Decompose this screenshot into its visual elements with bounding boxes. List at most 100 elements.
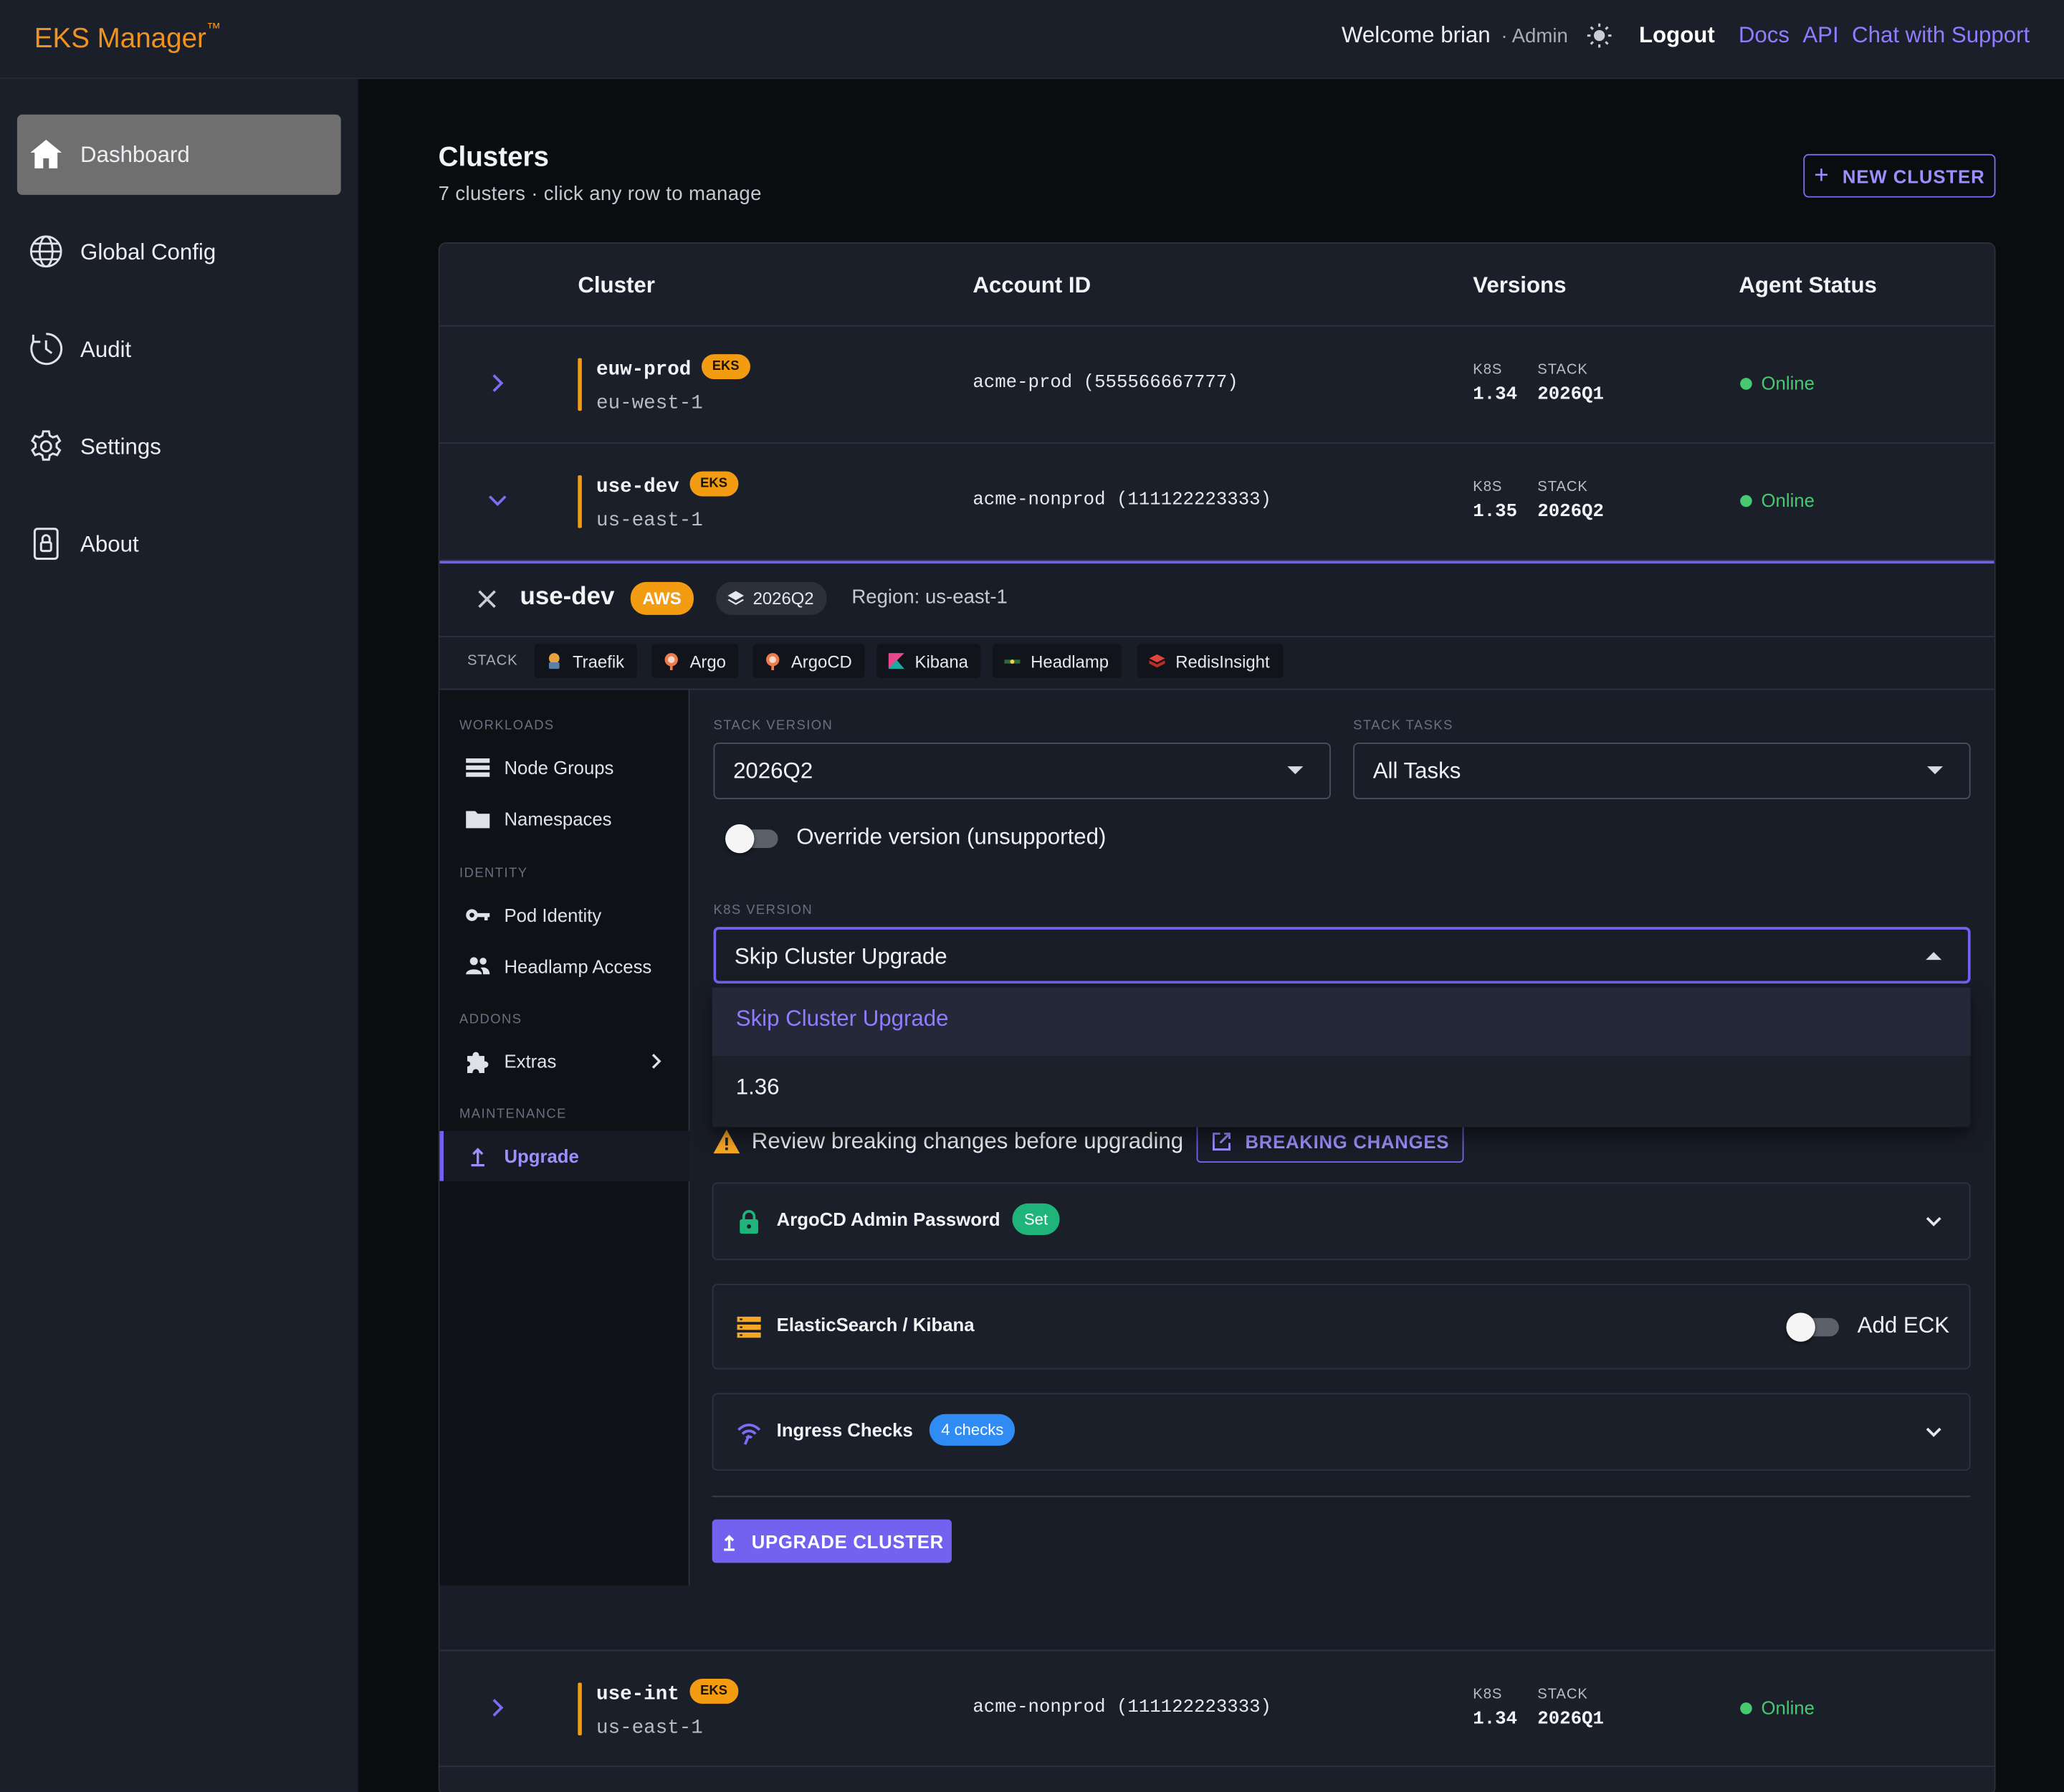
chevron-right-icon[interactable] — [484, 370, 511, 396]
theme-toggle-sun-icon[interactable] — [1587, 22, 1613, 49]
docs-link[interactable]: Docs — [1739, 22, 1790, 49]
api-link[interactable]: API — [1802, 22, 1838, 49]
k8s-version-select[interactable]: Skip Cluster Upgrade — [713, 927, 1971, 984]
tool-link-argocd[interactable]: ArgoCD — [752, 644, 866, 678]
sidebar-item-label: About — [80, 531, 139, 557]
tool-link-kibana[interactable]: Kibana — [876, 644, 982, 678]
storage-icon — [737, 1316, 761, 1338]
tool-label: Headlamp — [1031, 651, 1109, 671]
logout-button[interactable]: Logout — [1639, 22, 1715, 49]
cluster-accent-bar — [578, 358, 582, 411]
chevron-down-icon[interactable] — [484, 487, 511, 514]
cluster-name-text: use-dev — [596, 475, 679, 499]
stack-label: STACK — [1537, 362, 1588, 378]
home-icon — [30, 140, 62, 168]
table-header: Cluster Account ID Versions Agent Status — [439, 244, 1994, 327]
page-subtitle: 7 clusters · click any row to manage — [438, 183, 762, 206]
account-id: acme-prod (555566667777) — [973, 372, 1238, 394]
subnav-item-namespaces[interactable]: Namespaces — [439, 794, 689, 844]
k8s-version-dropdown-menu: Skip Cluster Upgrade 1.36 — [712, 987, 1971, 1128]
people-icon — [466, 957, 490, 975]
status-dot-icon — [1740, 377, 1752, 389]
k8s-version: 1.34 — [1473, 1709, 1518, 1730]
subnav-item-label: Upgrade — [504, 1145, 579, 1167]
chevron-down-icon[interactable] — [1924, 1424, 1943, 1442]
sidebar-item-about[interactable]: About — [17, 505, 341, 585]
argo-icon — [664, 653, 678, 670]
add-eck-toggle[interactable] — [1786, 1312, 1841, 1342]
ingress-checks-accordion[interactable]: Ingress Checks 4 checks — [712, 1393, 1971, 1471]
stack-tasks-select[interactable]: All Tasks — [1353, 743, 1971, 799]
tool-link-redisinsight[interactable]: RedisInsight — [1137, 644, 1283, 678]
subnav-item-extras[interactable]: Extras — [439, 1036, 689, 1087]
clusters-table: Cluster Account ID Versions Agent Status… — [438, 242, 1996, 1792]
headlamp-icon — [1004, 659, 1021, 664]
upgrade-cluster-button[interactable]: UPGRADE CLUSTER — [712, 1519, 952, 1563]
subnav-item-upgrade[interactable]: Upgrade — [439, 1130, 690, 1181]
tool-label: Argo — [689, 651, 726, 671]
tool-label: Kibana — [914, 651, 968, 671]
ingress-checks-title: Ingress Checks — [776, 1419, 913, 1441]
stack-version-chip: 2026Q2 — [716, 581, 827, 615]
gear-icon — [31, 430, 62, 461]
tool-link-headlamp[interactable]: Headlamp — [992, 644, 1122, 678]
toggle-knob — [725, 824, 755, 854]
column-header-cluster[interactable]: Cluster — [578, 272, 655, 299]
breaking-changes-warning: Review breaking changes before upgrading… — [712, 1120, 1464, 1163]
argocd-set-chip: Set — [1012, 1203, 1060, 1235]
subnav-item-headlamp-access[interactable]: Headlamp Access — [439, 941, 689, 991]
new-cluster-button[interactable]: + NEW CLUSTER — [1803, 153, 1996, 198]
table-row[interactable]: euw-prod EKS eu-west-1 acme-prod (5555666… — [439, 327, 1994, 444]
sidebar-item-audit[interactable]: Audit — [17, 310, 341, 390]
chevron-right-icon[interactable] — [484, 1695, 511, 1721]
stack-version-select[interactable]: 2026Q2 — [713, 743, 1331, 799]
agent-status-text: Online — [1761, 490, 1815, 511]
stack-version: 2026Q1 — [1537, 1709, 1604, 1730]
sidebar-item-global-config[interactable]: Global Config — [17, 212, 341, 292]
k8s-label: K8S — [1473, 1687, 1503, 1703]
key-icon — [466, 909, 490, 921]
column-header-agent-status[interactable]: Agent Status — [1739, 272, 1877, 299]
add-eck-label: Add ECK — [1857, 1312, 1950, 1338]
column-header-account-id[interactable]: Account ID — [973, 272, 1091, 299]
sidebar-item-label: Global Config — [80, 239, 216, 264]
padlock-icon — [740, 1210, 758, 1234]
chat-support-link[interactable]: Chat with Support — [1852, 22, 2030, 49]
sidebar-item-label: Dashboard — [80, 141, 190, 167]
cluster-detail-panel: use-dev AWS 2026Q2 Region: us-east-1 STA… — [439, 561, 1994, 1649]
subnav-section-workloads: WORKLOADS — [459, 718, 555, 734]
sidebar-item-dashboard[interactable]: Dashboard — [16, 114, 341, 195]
close-icon[interactable] — [477, 588, 497, 609]
tool-label: Traefik — [572, 651, 625, 671]
tool-link-argo[interactable]: Argo — [651, 644, 740, 678]
cluster-region: us-east-1 — [596, 1717, 703, 1740]
override-version-toggle[interactable] — [725, 824, 780, 854]
brand-logo[interactable]: EKS Manager™ — [34, 21, 221, 55]
tool-link-traefik[interactable]: Traefik — [534, 644, 638, 678]
k8s-option-skip-cluster-upgrade[interactable]: Skip Cluster Upgrade — [712, 987, 1971, 1057]
upgrade-arrow-icon — [724, 1534, 735, 1550]
stack-version-chip-text: 2026Q2 — [752, 588, 814, 609]
table-row[interactable]: use-dev EKS us-east-1 acme-nonprod (11112… — [439, 444, 1994, 561]
folder-icon — [466, 811, 490, 829]
table-row[interactable]: use-int EKS us-east-1 acme-nonprod (11112… — [439, 1649, 1994, 1768]
sidebar-item-settings[interactable]: Settings — [17, 407, 341, 487]
top-bar: EKS Manager™ Welcome brian · Admin Logou… — [0, 0, 2064, 80]
chevron-down-icon[interactable] — [1924, 1213, 1943, 1231]
new-cluster-label: NEW CLUSTER — [1842, 165, 1985, 186]
top-bar-actions: Welcome brian · Admin Logout Docs API Ch… — [1342, 22, 2030, 49]
subnav-item-node-groups[interactable]: Node Groups — [439, 743, 689, 793]
k8s-version: 1.34 — [1473, 384, 1518, 406]
caret-down-icon — [1287, 766, 1304, 775]
upgrade-cluster-label: UPGRADE CLUSTER — [751, 1530, 944, 1552]
caret-up-icon — [1926, 952, 1942, 961]
argocd-password-accordion[interactable]: ArgoCD Admin Password Set — [712, 1182, 1971, 1260]
puzzle-icon — [467, 1052, 489, 1074]
ingress-checks-count-chip: 4 checks — [929, 1414, 1016, 1446]
column-header-versions[interactable]: Versions — [1473, 272, 1566, 299]
plus-icon: + — [1814, 161, 1830, 189]
sidebar-item-label: Audit — [80, 336, 132, 362]
k8s-option-1-36[interactable]: 1.36 — [712, 1056, 1971, 1125]
cluster-accent-bar — [578, 475, 582, 528]
subnav-item-pod-identity[interactable]: Pod Identity — [439, 890, 689, 940]
